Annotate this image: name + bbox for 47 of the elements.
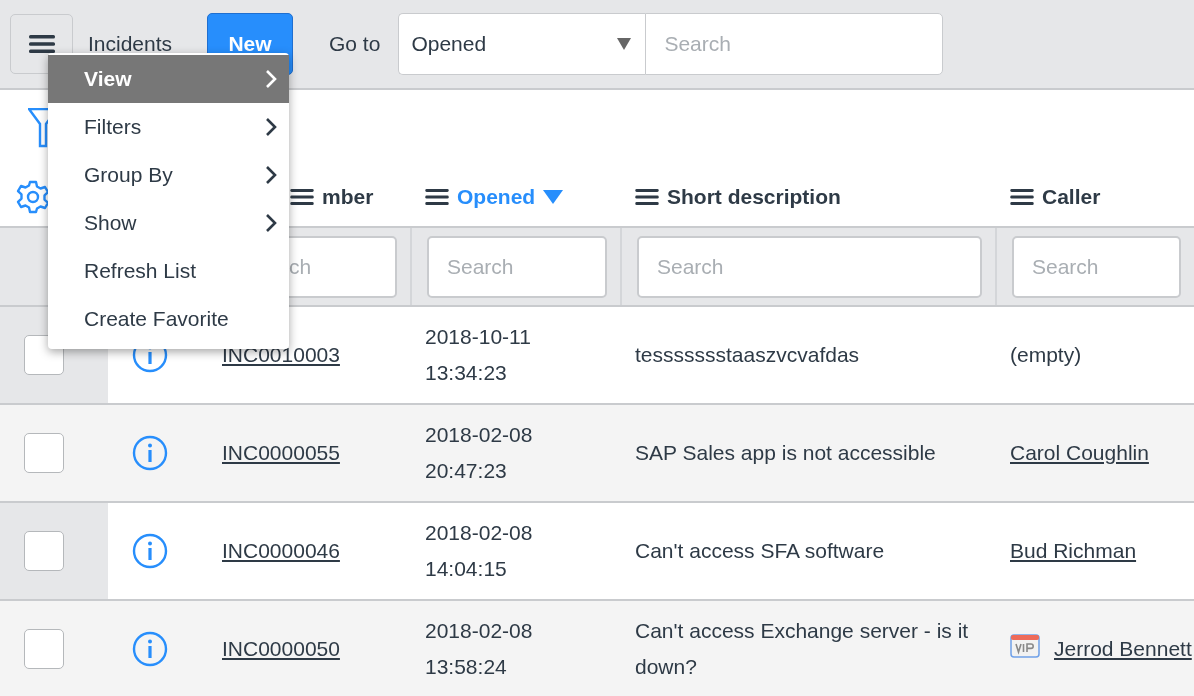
chevron-right-icon: [265, 213, 277, 233]
list-icon: [290, 188, 314, 206]
description-text: tessssssstaaszvcvafdas: [635, 342, 860, 368]
caller-link[interactable]: Carol Coughlin: [1010, 441, 1149, 464]
opened-date: 2018-02-08 13:58:24: [425, 618, 533, 680]
column-search-field[interactable]: Search: [427, 235, 607, 298]
menu-item[interactable]: Group By: [48, 151, 289, 199]
caret-icon: [617, 38, 632, 50]
chevron-right-icon: [265, 117, 277, 137]
description-text: Can't access SFA software: [635, 538, 885, 564]
goto-label: Go to: [329, 32, 381, 56]
opened-date: 2018-10-11 13:34:23: [425, 324, 531, 386]
incident-link[interactable]: INC0000055: [222, 441, 340, 465]
list-title: Incidents: [88, 32, 174, 56]
incident-link[interactable]: INC0000050: [222, 637, 340, 661]
list-icon: [635, 188, 659, 206]
opened-date: 2018-02-08 14:04:15: [425, 520, 533, 582]
column-search-field[interactable]: Search: [637, 235, 982, 298]
sort-icon: [543, 190, 564, 204]
goto-select[interactable]: Opened: [398, 13, 646, 75]
column-header[interactable]: Short description: [635, 185, 841, 209]
column-header[interactable]: Caller: [1010, 185, 1101, 209]
chevron-right-icon: [265, 69, 277, 89]
list-icon: [425, 188, 449, 206]
menu-item[interactable]: View: [48, 55, 289, 103]
caller-link[interactable]: Jerrod Bennett: [1054, 637, 1192, 660]
opened-date: 2018-02-08 20:47:23: [425, 422, 533, 484]
menu-item[interactable]: Filters: [48, 103, 289, 151]
menu-icon: [28, 34, 55, 54]
list-icon: [1010, 188, 1034, 206]
column-search-field[interactable]: Search: [1012, 235, 1181, 298]
caller-text: (empty): [1010, 343, 1082, 366]
info-icon[interactable]: [132, 435, 168, 471]
incident-link[interactable]: INC0000046: [222, 539, 340, 563]
description-text: SAP Sales app is not accessible: [635, 440, 936, 466]
description-text: Can't access Exchange server - is it down?: [635, 618, 970, 680]
row-checkbox[interactable]: [24, 531, 64, 571]
menu-item[interactable]: Create Favorite: [48, 295, 289, 343]
caller-link[interactable]: Bud Richman: [1010, 539, 1137, 562]
row-checkbox[interactable]: [24, 433, 64, 473]
row-checkbox[interactable]: [24, 629, 64, 669]
settings-icon[interactable]: [16, 180, 50, 214]
info-icon[interactable]: [132, 533, 168, 569]
search-field[interactable]: Search: [645, 13, 944, 75]
column-header[interactable]: mber: [290, 185, 374, 209]
chevron-right-icon: [265, 165, 277, 185]
info-icon[interactable]: [132, 631, 168, 667]
